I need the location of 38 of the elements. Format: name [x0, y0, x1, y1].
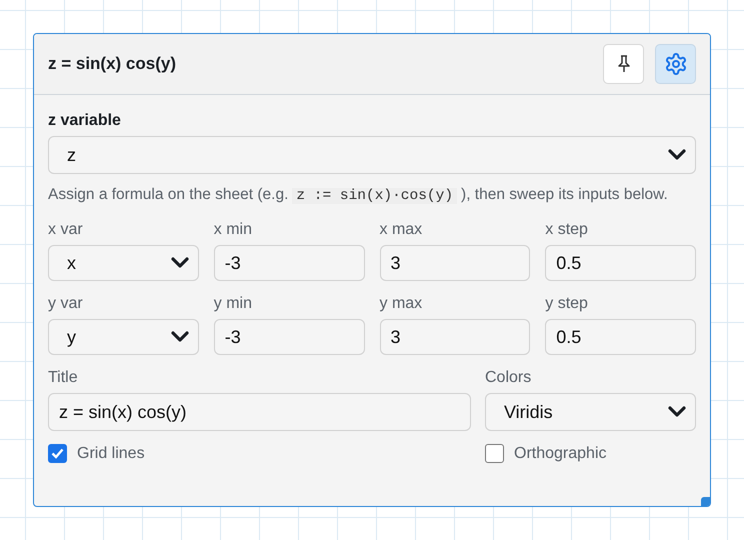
chevron-down-icon — [170, 330, 190, 344]
settings-icon — [664, 52, 688, 76]
pin-button[interactable] — [603, 44, 644, 84]
select-field[interactable]: Viridis — [485, 393, 696, 431]
field-label: Title — [48, 369, 79, 387]
chevron-down-icon — [667, 405, 687, 419]
checkbox-label: Orthographic — [514, 444, 606, 462]
field-label: z variable — [48, 112, 122, 130]
select-field[interactable]: z — [48, 136, 696, 174]
chevron-down-icon — [170, 256, 190, 270]
panel-title: z = sin(x) cos(y) — [48, 54, 176, 74]
field-label: x step — [545, 221, 589, 239]
field-label: y var — [48, 295, 84, 313]
checkbox[interactable] — [485, 444, 504, 463]
input-field[interactable]: 0.5 — [545, 319, 696, 355]
pin-icon — [616, 54, 630, 74]
field-label: y max — [380, 295, 424, 313]
checkbox[interactable] — [48, 444, 67, 463]
input-field[interactable]: 3 — [380, 319, 530, 355]
input-field[interactable]: 0.5 — [545, 245, 696, 281]
field-label: y min — [214, 295, 253, 313]
field-label: Colors — [485, 369, 532, 387]
input-field[interactable]: -3 — [214, 319, 364, 355]
input-field[interactable]: z = sin(x) cos(y) — [48, 393, 471, 431]
input-field[interactable]: -3 — [214, 245, 364, 281]
field-label: x min — [214, 221, 253, 239]
field-label: x max — [380, 221, 424, 239]
checkbox-label: Grid lines — [77, 444, 145, 462]
field-label: x var — [48, 221, 84, 239]
select-field[interactable]: x — [48, 245, 199, 281]
settings-button[interactable] — [655, 44, 696, 84]
checkmark-icon — [51, 448, 64, 459]
input-field[interactable]: 3 — [380, 245, 530, 281]
resize-handle[interactable] — [701, 497, 710, 506]
field-label: y step — [545, 295, 589, 313]
chevron-down-icon — [667, 148, 687, 162]
hint-text: Assign a formula on the sheet (e.g. z := sin(x)·cos(y) ), then sweep its inputs below. — [48, 185, 669, 206]
select-field[interactable]: y — [48, 319, 199, 355]
